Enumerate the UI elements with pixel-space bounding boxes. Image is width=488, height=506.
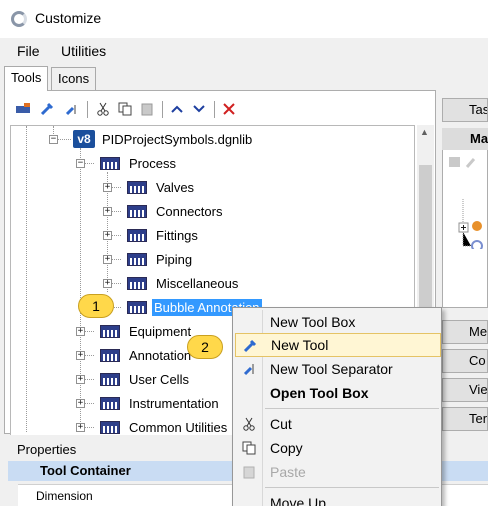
menu-utilities[interactable]: Utilities <box>61 43 106 59</box>
right-toolbar-icons <box>449 157 476 168</box>
dgnlib-icon: v8 <box>73 130 95 148</box>
new-tool-separator-icon[interactable] <box>63 101 79 117</box>
cut-icon <box>241 416 257 432</box>
menu-item-new-tool[interactable]: New Tool <box>235 333 441 357</box>
toolbar-separator <box>214 101 215 118</box>
menu-item-paste[interactable]: Paste <box>235 460 441 484</box>
copy-icon[interactable] <box>117 101 133 117</box>
move-up-icon[interactable] <box>169 101 185 117</box>
tree-toggle[interactable]: + <box>103 183 112 192</box>
move-down-icon[interactable] <box>191 101 207 117</box>
menu-bar: File Utilities <box>0 38 488 66</box>
tree-node-root[interactable]: PIDProjectSymbols.dgnlib <box>100 131 254 148</box>
tab-strip: Tools Icons <box>0 66 488 91</box>
tree-node-annotation[interactable]: Annotation <box>127 347 193 364</box>
toolbox-icon <box>127 229 147 242</box>
tasks-button[interactable]: Tas <box>442 98 488 122</box>
menu-item-move-up[interactable]: Move Up <box>235 491 441 506</box>
new-tool-icon <box>242 338 258 354</box>
tree-node-equipment[interactable]: Equipment <box>127 323 193 340</box>
scroll-up-icon[interactable]: ▲ <box>420 127 429 137</box>
tree-node-fittings[interactable]: Fittings <box>154 227 200 244</box>
tree-toggle[interactable]: − <box>49 135 58 144</box>
tree-node-process[interactable]: Process <box>127 155 178 172</box>
menu-separator <box>265 408 439 409</box>
tree-toggle[interactable]: + <box>76 375 85 384</box>
tree-toggle[interactable]: + <box>103 279 112 288</box>
tree-toggle[interactable]: − <box>76 159 85 168</box>
tree-node-connectors[interactable]: Connectors <box>154 203 224 220</box>
tree-toggle[interactable]: + <box>76 351 85 360</box>
step-badge-1: 1 <box>78 294 114 318</box>
new-tool-box-icon[interactable] <box>15 101 31 117</box>
tree-node-instrumentation[interactable]: Instrumentation <box>127 395 221 412</box>
menu-file[interactable]: File <box>17 43 40 59</box>
new-tool-separator-icon <box>241 361 257 377</box>
menu-item-new-tool-separator[interactable]: New Tool Separator <box>235 357 441 381</box>
toolbox-icon <box>100 373 120 386</box>
window-title: Customize <box>35 10 102 26</box>
tree-toggle[interactable]: + <box>76 327 85 336</box>
tree-node-piping[interactable]: Piping <box>154 251 194 268</box>
right-button-3[interactable]: Vie <box>442 378 488 402</box>
toolbox-icon <box>127 253 147 266</box>
paste-icon[interactable] <box>139 101 155 117</box>
menu-separator <box>265 487 439 488</box>
right-tree-box <box>442 128 488 308</box>
copy-icon <box>241 440 257 456</box>
toolbox-icon <box>100 349 120 362</box>
right-button-4[interactable]: Ter <box>442 407 488 431</box>
tree-toggle[interactable]: + <box>76 423 85 432</box>
properties-row-label: Dimension <box>36 489 93 503</box>
menu-item-copy[interactable]: Copy <box>235 436 441 460</box>
menu-item-cut[interactable]: Cut <box>235 412 441 436</box>
new-tool-icon[interactable] <box>39 101 55 117</box>
tree-node-miscellaneous[interactable]: Miscellaneous <box>154 275 240 292</box>
tree-node-user-cells[interactable]: User Cells <box>127 371 191 388</box>
toolbox-icon <box>127 205 147 218</box>
right-panel-header: Ma <box>442 128 488 150</box>
toolbar-separator <box>87 101 88 118</box>
menu-item-new-tool-box[interactable]: New Tool Box <box>235 310 441 334</box>
toolbox-icon <box>127 301 147 314</box>
tree-toggle[interactable]: + <box>103 207 112 216</box>
right-panel: Tas Ma Me Co Vie Ter <box>440 90 488 434</box>
right-button-1[interactable]: Me <box>442 320 488 344</box>
title-bar: Customize <box>0 0 488 38</box>
tree-node-common-utilities[interactable]: Common Utilities <box>127 419 229 435</box>
right-tree-icons <box>458 199 483 249</box>
toolbox-icon <box>127 277 147 290</box>
cut-icon[interactable] <box>95 101 111 117</box>
toolbar-separator <box>162 101 163 118</box>
context-menu: New Tool Box New Tool New Tool Separator… <box>232 307 442 506</box>
tree-toggle[interactable]: + <box>76 399 85 408</box>
tab-icons[interactable]: Icons <box>51 67 97 90</box>
toolbox-icon <box>100 421 120 434</box>
delete-icon[interactable] <box>221 101 237 117</box>
tree-toggle[interactable]: + <box>103 255 112 264</box>
paste-icon <box>241 464 257 480</box>
tree-node-valves[interactable]: Valves <box>154 179 196 196</box>
toolbox-icon <box>100 325 120 338</box>
right-button-2[interactable]: Co <box>442 349 488 373</box>
toolbox-icon <box>100 157 120 170</box>
step-badge-2: 2 <box>187 335 223 359</box>
menu-item-open-tool-box[interactable]: Open Tool Box <box>235 381 441 405</box>
properties-title: Properties <box>17 442 77 457</box>
app-icon <box>11 11 27 27</box>
toolbox-icon <box>127 181 147 194</box>
toolbox-icon <box>100 397 120 410</box>
tree-toggle[interactable]: + <box>103 231 112 240</box>
tools-toolbar <box>9 99 239 121</box>
tab-tools[interactable]: Tools <box>4 66 49 91</box>
